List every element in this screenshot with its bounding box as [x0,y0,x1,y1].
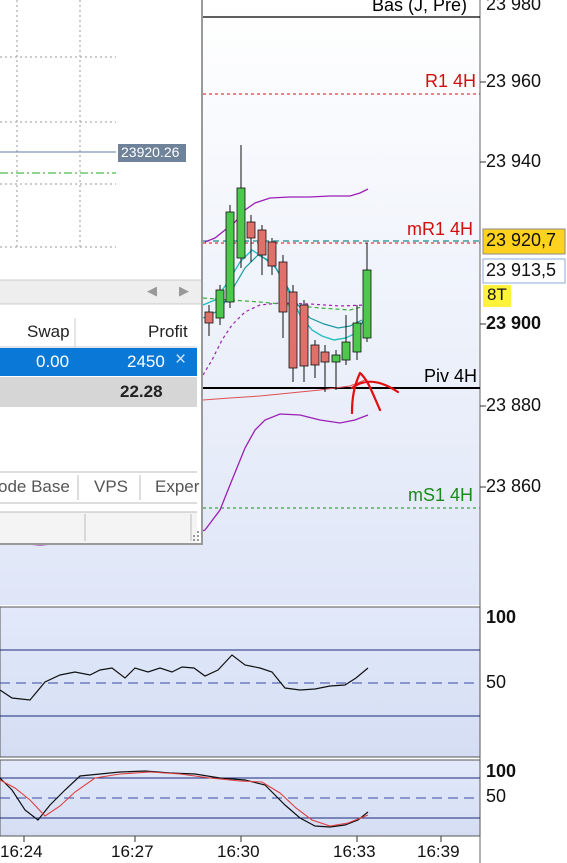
bear-candle [257,229,267,256]
column-header-swap[interactable]: Swap [27,322,70,342]
row-swap-value: 0.00 [36,352,70,371]
indicator-pane-1 [0,606,481,758]
tab-experts[interactable]: Exper [155,477,199,497]
bear-candle [288,291,298,369]
time-label-1639: 16:39 [417,842,460,861]
scroll-right-arrow[interactable]: ▶ [179,283,189,299]
terminal-panel[interactable]: 23920.26 ◀ ▶ Swap Profit 0.00 2450 × 22.… [0,0,203,545]
bull-candle [341,341,351,361]
time-label-1624: 16:24 [0,842,43,861]
bull-candle [352,322,362,353]
close-position-icon[interactable]: × [175,349,186,371]
indicator2-label-50: 50 [486,786,507,806]
price-label-23960: 23 960 [486,71,542,91]
bear-candle [278,261,288,313]
tab-code-base[interactable]: ode Base [0,477,70,497]
timer-label: 8T [487,285,507,304]
tab-vps[interactable]: VPS [94,477,128,497]
indicator1-label-50: 50 [486,672,507,692]
level-label-ms1-4h: mS1 4H [408,485,474,505]
bull-candle [236,187,246,259]
bear-candle [310,344,320,366]
bear-candle [320,351,330,363]
price-axis-area [480,0,567,863]
panel-mini-chart [0,0,201,543]
bull-candle [331,354,341,363]
level-label-r1-4h: R1 4H [425,71,477,91]
time-label-1630: 16:30 [217,842,260,861]
price-label-23980: 23 980 [486,0,542,14]
bull-candle [362,269,372,339]
indicator1-label-100: 100 [486,607,517,627]
price-label-23860: 23 860 [486,476,542,496]
level-label-mr1-4h: mR1 4H [407,219,474,239]
bear-candle [246,221,256,239]
panel-price-tag: 23920.26 [121,144,180,160]
price-label-23880: 23 880 [486,395,542,415]
trading-terminal: 23 980 23 960 23 940 23 920,7 23 913,5 8… [0,0,567,863]
current-price-label: 23 920,7 [486,230,557,250]
total-profit-value: 22.28 [120,382,163,401]
bear-candle [299,304,309,367]
time-label-1627: 16:27 [111,842,154,861]
column-header-profit[interactable]: Profit [148,322,188,342]
level-label-piv-4h: Piv 4H [424,366,478,386]
bull-candle [215,289,225,319]
price-label-23940: 23 940 [486,151,542,171]
time-label-1633: 16:33 [333,842,376,861]
scroll-left-arrow[interactable]: ◀ [147,283,157,299]
bid-price-label: 23 913,5 [486,260,557,280]
level-label-bas: Bas (J, Pré) [372,0,468,15]
bear-candle [267,241,277,267]
bull-candle [225,211,235,303]
price-label-23900: 23 900 [486,313,542,333]
bear-candle [204,311,214,324]
row-profit-value: 2450 [127,352,165,371]
position-row[interactable]: 0.00 2450 × [0,348,197,376]
indicator2-label-100: 100 [486,761,517,781]
